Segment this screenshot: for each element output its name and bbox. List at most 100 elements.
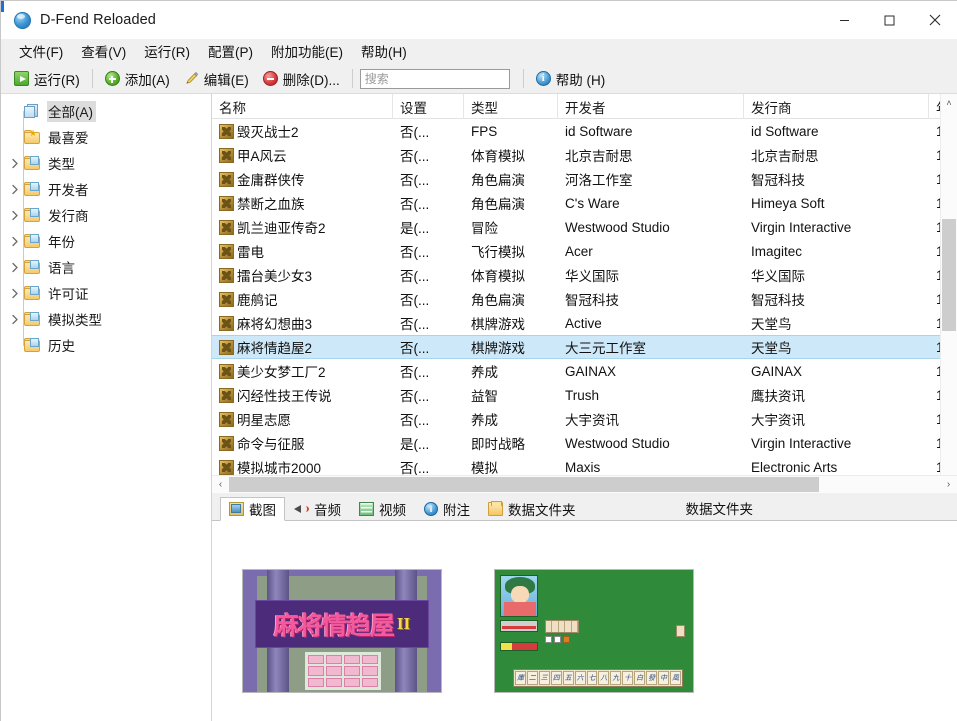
table-cell-text: Maxis — [565, 460, 600, 475]
table-row[interactable]: 禁断之血族否(...角色扁演C's WareHimeya Soft199 — [212, 191, 957, 215]
table-row[interactable]: 金庸群侠传否(...角色扁演河洛工作室智冠科技199 — [212, 167, 957, 191]
menu-view[interactable]: 查看(V) — [72, 38, 135, 65]
table-header-4[interactable]: 发行商 — [744, 94, 929, 119]
table-cell-text: 体育模拟 — [471, 145, 525, 165]
close-icon[interactable] — [912, 1, 957, 39]
sidebar-item-emulation[interactable]: 模拟类型 — [1, 306, 211, 332]
tab-screenshots[interactable]: 截图 — [220, 497, 285, 521]
search-input[interactable] — [360, 69, 510, 89]
table-vertical-scrollbar[interactable]: ˄ ˅ — [940, 94, 957, 493]
table-cell-developer: Maxis — [558, 456, 744, 475]
table-cell-text: 华义国际 — [565, 265, 619, 285]
table-cell-genre: 冒险 — [464, 216, 558, 238]
sidebar-item-license[interactable]: 许可证 — [1, 280, 211, 306]
sidebar-item-emulation-label: 模拟类型 — [47, 309, 105, 330]
minimize-icon[interactable] — [822, 1, 867, 39]
table-row[interactable]: 甲A风云否(...体育模拟北京吉耐思北京吉耐思199 — [212, 143, 957, 167]
table-body: 毁灭战士2否(...FPSid Softwareid Software199甲A… — [212, 119, 957, 475]
table-row[interactable]: 闪经性技王传说否(...益智Trush鹰扶资讯199 — [212, 383, 957, 407]
screenshot-title-screen[interactable]: 麻将情趋屋 II — [242, 569, 442, 693]
scroll-right-icon[interactable]: › — [940, 476, 957, 493]
game-profile-icon — [219, 436, 234, 451]
sidebar-item-year[interactable]: 年份 — [1, 228, 211, 254]
sidebar-item-language-label: 语言 — [47, 257, 78, 278]
run-button[interactable]: 运行(R) — [7, 67, 87, 91]
sidebar-item-history[interactable]: 历史 — [1, 332, 211, 358]
table-cell-publisher: Virgin Interactive — [744, 216, 929, 238]
chevron-right-icon[interactable] — [7, 280, 23, 306]
table-header-0[interactable]: 名称 — [212, 94, 393, 119]
table-cell-text: 麻将幻想曲3 — [237, 313, 312, 333]
table-row[interactable]: 麻将情趋屋2否(...棋牌游戏大三元工作室天堂鸟199 — [212, 335, 957, 359]
tab-notes[interactable]: 附注 — [415, 497, 479, 521]
sidebar-item-genre[interactable]: 类型 — [1, 150, 211, 176]
tab-data-folder[interactable]: 数据文件夹 — [479, 497, 585, 521]
chevron-right-icon[interactable] — [7, 176, 23, 202]
horizontal-scroll-track[interactable] — [229, 476, 940, 493]
table-row[interactable]: 雷电否(...飞行模拟AcerImagitec199 — [212, 239, 957, 263]
tab-video[interactable]: 视频 — [350, 497, 415, 521]
table-row[interactable]: 毁灭战士2否(...FPSid Softwareid Software199 — [212, 119, 957, 143]
chevron-right-icon[interactable] — [7, 306, 23, 332]
table-cell-developer: Acer — [558, 240, 744, 262]
table-row[interactable]: 模拟城市2000否(...模拟MaxisElectronic Arts199 — [212, 455, 957, 475]
horizontal-scroll-thumb[interactable] — [229, 477, 819, 492]
table-row[interactable]: 麻将幻想曲3否(...棋牌游戏Active天堂鸟199 — [212, 311, 957, 335]
table-horizontal-scrollbar[interactable]: ‹ › — [212, 475, 957, 493]
sidebar-item-license-label: 许可证 — [47, 283, 92, 304]
screenshot-gameplay[interactable]: 庫二三四五六七八九十白發中風 — [494, 569, 694, 693]
sidebar-item-favorites[interactable]: ★最喜爱 — [1, 124, 211, 150]
chevron-right-icon[interactable] — [7, 202, 23, 228]
table-cell-setup: 是(... — [393, 216, 464, 238]
table-row[interactable]: 美少女梦工厂2否(...养成GAINAXGAINAX199 — [212, 359, 957, 383]
table-header-1[interactable]: 设置 — [393, 94, 464, 119]
table-header-3[interactable]: 开发者 — [558, 94, 744, 119]
table-cell-text: Trush — [565, 388, 599, 403]
preview-tab-strip: 截图 音频 视频 附注 数据文件夹 — [212, 494, 957, 521]
maximize-icon[interactable] — [867, 1, 912, 39]
table-row[interactable]: 鹿鸼记否(...角色扁演智冠科技智冠科技199 — [212, 287, 957, 311]
chevron-right-icon[interactable] — [7, 228, 23, 254]
table-header-label: 发行商 — [751, 97, 792, 117]
add-button[interactable]: 添加(A) — [98, 67, 177, 91]
table-cell-publisher: Electronic Arts — [744, 456, 929, 475]
table-cell-setup: 否(... — [393, 384, 464, 406]
table-row[interactable]: 擂台美少女3否(...体育模拟华义国际华义国际199 — [212, 263, 957, 287]
table-row[interactable]: 凯兰迪亚传奇2是(...冒险Westwood StudioVirgin Inte… — [212, 215, 957, 239]
menu-help[interactable]: 帮助(H) — [352, 38, 416, 65]
table-cell-text: 否(... — [400, 265, 429, 285]
chevron-right-icon[interactable] — [7, 254, 23, 280]
scroll-left-icon[interactable]: ‹ — [212, 476, 229, 493]
table-row[interactable]: 命令与征服是(...即时战略Westwood StudioVirgin Inte… — [212, 431, 957, 455]
table-cell-publisher: Imagitec — [744, 240, 929, 262]
table-cell-name: 模拟城市2000 — [212, 456, 393, 475]
scroll-up-icon[interactable]: ˄ — [941, 94, 957, 111]
menu-run[interactable]: 运行(R) — [135, 38, 199, 65]
add-button-label: 添加(A) — [125, 69, 170, 89]
menu-config[interactable]: 配置(P) — [199, 38, 262, 65]
delete-button[interactable]: 删除(D)... — [256, 67, 347, 91]
sidebar-item-publisher[interactable]: 发行商 — [1, 202, 211, 228]
table-cell-text: 华义国际 — [751, 265, 805, 285]
menu-file[interactable]: 文件(F) — [10, 38, 72, 65]
help-button[interactable]: 帮助 (H) — [529, 67, 613, 91]
sidebar-item-all[interactable]: 全部(A) — [1, 98, 211, 124]
chevron-right-icon[interactable] — [7, 150, 23, 176]
table-header-2[interactable]: 类型 — [464, 94, 558, 119]
table-cell-genre: 即时战略 — [464, 432, 558, 454]
vertical-scroll-thumb[interactable] — [942, 219, 956, 331]
table-row[interactable]: 明星志愿否(...养成大宇资讯大宇资讯199 — [212, 407, 957, 431]
open-data-folder-button[interactable]: 数据文件夹 — [670, 497, 770, 518]
folder-icon — [23, 337, 42, 353]
tab-audio[interactable]: 音频 — [285, 497, 350, 521]
table-cell-publisher: 北京吉耐思 — [744, 144, 929, 166]
edit-button[interactable]: 编辑(E) — [177, 67, 256, 91]
table-cell-setup: 否(... — [393, 240, 464, 262]
sidebar-item-developer[interactable]: 开发者 — [1, 176, 211, 202]
table-cell-text: 河洛工作室 — [565, 169, 633, 189]
menu-extras[interactable]: 附加功能(E) — [262, 38, 352, 65]
sidebar-item-all-label: 全部(A) — [47, 101, 96, 122]
sidebar-item-genre-label: 类型 — [47, 153, 78, 174]
vertical-scroll-track[interactable] — [941, 111, 957, 476]
sidebar-item-language[interactable]: 语言 — [1, 254, 211, 280]
